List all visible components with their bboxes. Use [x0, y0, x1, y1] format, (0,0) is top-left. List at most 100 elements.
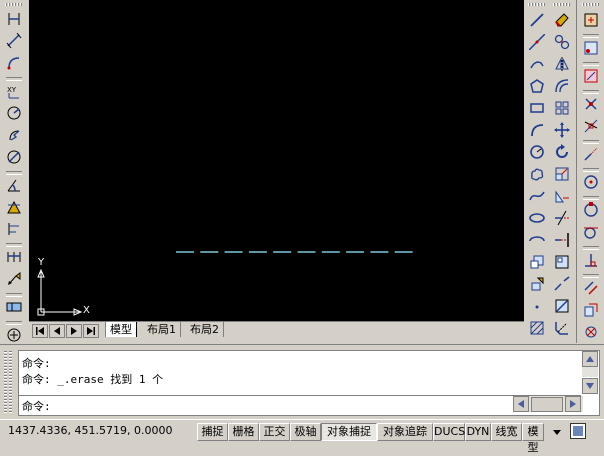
status-toggle-7[interactable]: DYN — [465, 423, 491, 441]
ellipse-arc-button[interactable] — [527, 230, 547, 250]
jogged-dimension-button[interactable] — [4, 125, 24, 145]
spline-button[interactable] — [527, 186, 547, 206]
modify-toolbar-grip[interactable] — [553, 3, 571, 6]
tab-layout1[interactable]: 布局1 — [143, 322, 181, 337]
line-button[interactable] — [527, 10, 547, 30]
ordinate-dimension-button[interactable]: XY — [4, 81, 24, 101]
circle-button[interactable] — [527, 142, 547, 162]
prev-tab-button[interactable] — [49, 324, 65, 338]
tab-model[interactable]: 模型 — [105, 322, 137, 337]
snap-to-intersection-button[interactable] — [581, 94, 601, 114]
move-button[interactable] — [552, 120, 572, 140]
command-history: 命令: 命令: _.erase 找到 1 个 命令: — [18, 350, 600, 416]
polygon-button[interactable] — [527, 76, 547, 96]
copy-button[interactable] — [552, 32, 572, 52]
tab-layout2[interactable]: 布局2 — [186, 322, 224, 337]
status-toggle-1[interactable]: 栅格 — [228, 423, 259, 441]
scale-button[interactable] — [552, 164, 572, 184]
baseline-dimension-button[interactable] — [4, 219, 24, 239]
snap-to-parallel-button[interactable] — [581, 278, 601, 298]
array-button[interactable] — [552, 98, 572, 118]
join-button[interactable] — [552, 296, 572, 316]
diameter-dimension-button[interactable] — [4, 147, 24, 167]
scroll-left-button[interactable] — [513, 396, 529, 412]
snap-to-quadrant-button[interactable] — [581, 200, 601, 220]
break-button[interactable] — [552, 274, 572, 294]
rectangle-button[interactable] — [527, 98, 547, 118]
scale-icon — [555, 167, 569, 181]
arc-button[interactable] — [527, 120, 547, 140]
object-snap-settings-button[interactable] — [581, 10, 601, 30]
radius-dimension-button[interactable] — [4, 103, 24, 123]
revision-cloud-button[interactable] — [527, 164, 547, 184]
vertical-scroll-track[interactable] — [582, 367, 598, 377]
next-tab-button[interactable] — [66, 324, 82, 338]
linear-dimension-button[interactable] — [4, 9, 24, 29]
arc-length-button[interactable] — [4, 53, 24, 73]
clean-screen-button[interactable] — [570, 423, 586, 439]
scroll-up-button[interactable] — [582, 351, 598, 367]
first-tab-button[interactable] — [32, 324, 48, 338]
command-window-grip[interactable] — [4, 351, 7, 413]
status-toggle-8[interactable]: 线宽 — [491, 423, 522, 441]
aligned-dimension-button[interactable] — [4, 31, 24, 51]
snap-to-center-button[interactable] — [581, 172, 601, 192]
status-toggle-6[interactable]: DUCS — [433, 423, 465, 441]
command-divider — [19, 395, 581, 396]
break-at-point-button[interactable] — [552, 252, 572, 272]
erase-button[interactable] — [552, 10, 572, 30]
status-toggle-3[interactable]: 极轴 — [290, 423, 321, 441]
scroll-right-button[interactable] — [565, 396, 581, 412]
polyline-button[interactable] — [527, 54, 547, 74]
status-toggle-2[interactable]: 正交 — [259, 423, 290, 441]
arc-length-icon — [7, 57, 20, 70]
snap-to-midpoint-button[interactable] — [581, 66, 601, 86]
snap-to-node-button[interactable] — [581, 322, 601, 342]
draw-toolbar-grip[interactable] — [528, 3, 546, 6]
continue-dimension-button[interactable] — [4, 247, 24, 267]
hatch-button[interactable] — [527, 318, 547, 338]
drawing-canvas[interactable]: Y X — [29, 0, 524, 323]
toolbar-grip[interactable] — [5, 3, 23, 6]
snap-to-tangent-button[interactable] — [581, 222, 601, 242]
extend-icon — [555, 233, 569, 247]
rotate-button[interactable] — [552, 142, 572, 162]
snap-to-node-icon — [585, 326, 597, 338]
snap-to-insert-button[interactable] — [581, 300, 601, 320]
status-toggle-9[interactable]: 模型 — [522, 423, 544, 454]
quick-dimension-button[interactable] — [4, 197, 24, 217]
toolbar-separator — [583, 140, 599, 144]
mirror-button[interactable] — [552, 54, 572, 74]
status-toggle-0[interactable]: 捕捉 — [197, 423, 228, 441]
snap-to-apparent-button[interactable] — [581, 116, 601, 136]
status-menu-arrow[interactable] — [550, 424, 564, 440]
snap-to-perpendicular-button[interactable] — [581, 250, 601, 270]
quick-leader-button[interactable] — [4, 269, 24, 289]
center-mark-button[interactable] — [4, 325, 24, 345]
chamfer-button[interactable] — [552, 318, 572, 338]
horizontal-scroll-thumb[interactable] — [531, 397, 563, 412]
construction-line-button[interactable] — [527, 32, 547, 52]
status-toggle-4[interactable]: 对象捕捉 — [321, 423, 377, 441]
point-button[interactable] — [527, 296, 547, 316]
last-tab-button[interactable] — [83, 324, 99, 338]
insert-block-button[interactable] — [527, 252, 547, 272]
status-toggle-5[interactable]: 对象追踪 — [377, 423, 433, 441]
tolerance-button[interactable] — [4, 297, 24, 317]
ucs-icon — [37, 268, 83, 316]
command-window-grip-2[interactable] — [9, 351, 12, 413]
trim-button[interactable] — [552, 208, 572, 228]
status-bar: 1437.4336, 451.5719, 0.0000 捕捉 栅格 正交 极轴 对象捕捉… — [0, 419, 604, 454]
snap-to-endpoint-button[interactable] — [581, 38, 601, 58]
stretch-button[interactable] — [552, 186, 572, 206]
snap-toolbar-grip[interactable] — [582, 3, 600, 6]
ellipse-button[interactable] — [527, 208, 547, 228]
make-block-button[interactable] — [527, 274, 547, 294]
toolbar-separator — [583, 274, 599, 278]
angular-dimension-button[interactable] — [4, 175, 24, 195]
snap-to-extension-button[interactable] — [581, 144, 601, 164]
spline-icon — [529, 191, 545, 201]
scroll-down-button[interactable] — [582, 378, 598, 394]
offset-button[interactable] — [552, 76, 572, 96]
extend-button[interactable] — [552, 230, 572, 250]
